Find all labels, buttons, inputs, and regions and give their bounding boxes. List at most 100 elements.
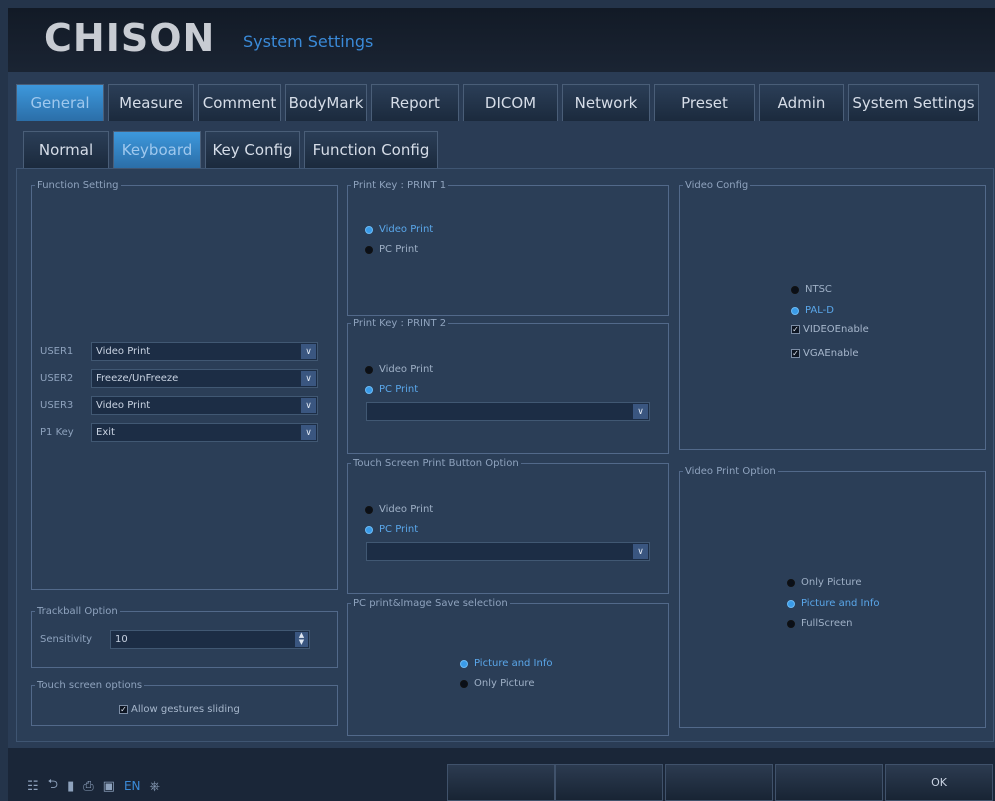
language-indicator[interactable]: EN [124,779,141,793]
ok-button[interactable]: OK [885,764,993,801]
softkey-2[interactable] [555,764,663,801]
select-value: Freeze/UnFreeze [96,373,179,384]
radio-unselected-icon [787,578,795,587]
radio-selected-icon [787,599,795,608]
select-value: Video Print [96,400,151,411]
tab-general[interactable]: General [16,84,104,121]
group-title: Print Key : PRINT 2 [353,318,447,329]
vp-picture-info-radio[interactable]: Picture and Info [787,598,880,609]
tab-network[interactable]: Network [562,84,650,121]
touch-printer-select[interactable]: ∨ [366,542,650,561]
checkbox-checked-icon: ✓ [119,705,128,714]
tab-normal[interactable]: Normal [23,131,109,168]
touch-pc-print-radio[interactable]: PC Print [365,524,418,535]
radio-unselected-icon [460,679,468,688]
spin-arrows-icon[interactable]: ▲ ▼ [295,632,308,647]
pal-d-radio[interactable]: PAL-D [791,305,834,316]
radio-unselected-icon [365,505,373,514]
sensitivity-spinbox[interactable]: 10 ▲ ▼ [110,630,310,649]
radio-selected-icon [460,659,468,668]
monitor-icon: ▣ [102,778,115,794]
softkey-3[interactable] [665,764,773,801]
checkbox-label: Allow gestures sliding [131,704,240,715]
radio-selected-icon [365,225,373,234]
print2-video-print-radio[interactable]: Video Print [365,364,433,375]
group-title: Function Setting [37,180,119,191]
radio-label: NTSC [805,284,832,295]
radio-label: PAL-D [805,305,834,316]
select-value: Exit [96,427,115,438]
tab-admin[interactable]: Admin [759,84,844,121]
radio-selected-icon [365,385,373,394]
pc-save-only-picture-radio[interactable]: Only Picture [460,678,534,689]
allow-gestures-checkbox[interactable]: ✓ Allow gestures sliding [119,704,240,715]
radio-selected-icon [365,525,373,534]
radio-label: Only Picture [474,678,535,689]
tab-dicom[interactable]: DICOM [463,84,558,121]
mouse-icon: ⎈ [149,778,160,794]
checkbox-checked-icon: ✓ [791,325,800,334]
radio-label: Video Print [379,224,434,235]
radio-label: PC Print [379,384,419,395]
checkbox-checked-icon: ✓ [791,349,800,358]
video-enable-checkbox[interactable]: ✓ VIDEOEnable [791,324,869,335]
group-title: Touch Screen Print Button Option [353,458,519,469]
tab-key-config[interactable]: Key Config [205,131,300,168]
radio-label: Video Print [379,364,434,375]
tab-function-config[interactable]: Function Config [304,131,438,168]
tab-comment[interactable]: Comment [198,84,281,121]
spinbox-value: 10 [115,634,128,645]
ntsc-radio[interactable]: NTSC [791,284,832,295]
radio-label: Only Picture [801,577,862,588]
print2-printer-select[interactable]: ∨ [366,402,650,421]
softkey-4[interactable] [775,764,883,801]
select-value: Video Print [96,346,151,357]
vga-enable-checkbox[interactable]: ✓ VGAEnable [791,348,859,359]
checkbox-label: VGAEnable [803,348,859,359]
user2-select[interactable]: Freeze/UnFreeze ∨ [91,369,318,388]
print1-pc-print-radio[interactable]: PC Print [365,244,418,255]
print1-video-print-radio[interactable]: Video Print [365,224,433,235]
radio-label: Picture and Info [474,658,553,669]
radio-label: PC Print [379,244,419,255]
radio-unselected-icon [791,285,799,294]
radio-label: FullScreen [801,618,853,629]
radio-selected-icon [791,306,799,315]
user3-select[interactable]: Video Print ∨ [91,396,318,415]
network-icon: ☷ [27,778,39,794]
tab-preset[interactable]: Preset [654,84,755,121]
softkey-1[interactable] [447,764,555,801]
vp-only-picture-radio[interactable]: Only Picture [787,577,861,588]
chevron-down-icon: ∨ [633,404,648,419]
chevron-down-icon: ∨ [301,398,316,413]
radio-label: Video Print [379,504,434,515]
page-title: System Settings [243,32,374,51]
tab-measure[interactable]: Measure [108,84,194,121]
group-title: Trackball Option [37,606,118,617]
touch-video-print-radio[interactable]: Video Print [365,504,433,515]
p1-key-label: P1 Key [40,427,74,438]
tab-report[interactable]: Report [371,84,459,121]
group-title: PC print&Image Save selection [353,598,508,609]
tab-system-settings[interactable]: System Settings [848,84,979,121]
user3-label: USER3 [40,400,74,411]
user2-label: USER2 [40,373,74,384]
video-print-group: Video Print Option [679,466,986,728]
radio-unselected-icon [365,245,373,254]
user1-select[interactable]: Video Print ∨ [91,342,318,361]
storage-icon: ▮ [67,778,75,794]
radio-unselected-icon [787,619,795,628]
chevron-down-icon: ∨ [301,425,316,440]
radio-label: PC Print [379,524,419,535]
p1-key-select[interactable]: Exit ∨ [91,423,318,442]
radio-label: Picture and Info [801,598,880,609]
tab-keyboard[interactable]: Keyboard [113,131,201,168]
status-icon-tray: ☷ ⮌ ▮ ⎙ ▣ EN ⎈ [27,775,160,797]
main-tab-bar: General Measure Comment BodyMark Report … [16,84,979,121]
sub-tab-bar: Normal Keyboard Key Config Function Conf… [23,131,438,168]
pc-save-picture-info-radio[interactable]: Picture and Info [460,658,553,669]
tab-bodymark[interactable]: BodyMark [285,84,367,121]
group-title: Video Print Option [685,466,776,477]
vp-fullscreen-radio[interactable]: FullScreen [787,618,852,629]
print2-pc-print-radio[interactable]: PC Print [365,384,418,395]
